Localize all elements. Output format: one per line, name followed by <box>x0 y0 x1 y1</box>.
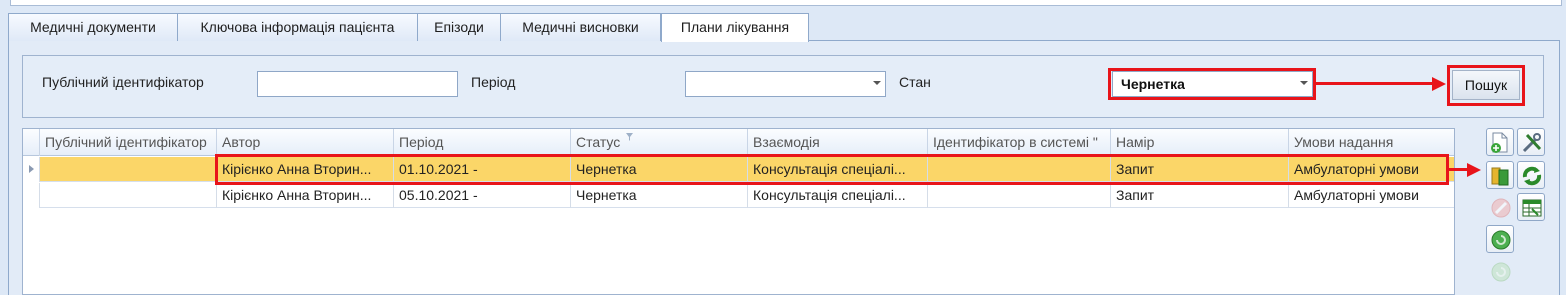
tab-key-patient-info[interactable]: Ключова інформація пацієнта <box>177 13 418 41</box>
table-row[interactable]: Кірієнко Анна Вторин... 01.10.2021 - Чер… <box>23 157 1454 182</box>
cell-status: Чернетка <box>571 183 748 208</box>
table-row[interactable]: Кірієнко Анна Вторин... 05.10.2021 - Чер… <box>23 183 1454 208</box>
cell-author: Кірієнко Анна Вторин... <box>217 183 394 208</box>
cell-conditions: Амбулаторні умови <box>1294 161 1419 177</box>
cell-public-id <box>40 183 217 208</box>
cell-system-id <box>928 183 1111 208</box>
column-header-status-label: Статус <box>576 134 621 150</box>
current-row-icon <box>29 165 34 173</box>
state-combo[interactable]: Чернетка <box>1112 71 1313 97</box>
refresh-sync-icon[interactable] <box>1517 161 1545 189</box>
top-strip <box>0 0 1566 10</box>
cell-period: 01.10.2021 - <box>394 157 571 182</box>
open-document-icon[interactable] <box>1486 161 1514 189</box>
cell-conditions: Амбулаторні умови <box>1294 187 1419 203</box>
top-panel-edge <box>10 0 1562 6</box>
cell-interaction: Консультація спеціалі... <box>748 183 928 208</box>
add-document-icon[interactable] <box>1486 128 1514 156</box>
column-header-interaction[interactable]: Взаємодія <box>748 129 928 156</box>
cell-intent: Запит <box>1111 183 1289 208</box>
search-button[interactable]: Пошук <box>1452 70 1520 100</box>
chevron-down-icon[interactable] <box>873 81 881 85</box>
state-label: Стан <box>899 74 931 90</box>
sign-icon[interactable] <box>1486 225 1514 253</box>
cell-period: 05.10.2021 - <box>394 183 571 208</box>
annotation-arrow-line <box>1449 168 1469 171</box>
cell-interaction: Консультація спеціалі... <box>748 157 928 182</box>
column-header-public-id[interactable]: Публічний ідентифікатор <box>40 129 217 156</box>
column-header-system-id[interactable]: Ідентифікатор в системі " <box>928 129 1111 156</box>
tab-episodes[interactable]: Епізоди <box>417 13 501 41</box>
column-header-intent[interactable]: Намір <box>1111 129 1289 156</box>
column-header-conditions[interactable]: Умови надання <box>1289 129 1454 156</box>
row-indicator <box>23 183 40 208</box>
cell-system-id <box>928 157 1111 182</box>
row-indicator <box>23 157 40 182</box>
chevron-down-icon[interactable] <box>1300 81 1308 85</box>
cell-author: Кірієнко Анна Вторин... <box>217 157 394 182</box>
cell-status: Чернетка <box>571 157 748 182</box>
sign-disabled-icon <box>1486 257 1514 285</box>
grid-header: Публічний ідентифікатор Автор Період Ста… <box>23 129 1454 156</box>
public-id-input[interactable] <box>257 71 458 97</box>
public-id-label: Публічний ідентифікатор <box>42 74 204 90</box>
filter-icon[interactable] <box>626 129 634 141</box>
settings-tools-icon[interactable] <box>1517 128 1545 156</box>
treatment-plans-grid: Публічний ідентифікатор Автор Період Ста… <box>22 128 1455 295</box>
tab-medical-conclusions[interactable]: Медичні висновки <box>500 13 661 41</box>
header-indicator <box>23 129 40 156</box>
cell-public-id <box>40 157 217 182</box>
annotation-arrow-line <box>1316 82 1434 85</box>
state-value: Чернетка <box>1121 76 1185 92</box>
period-label: Період <box>471 74 516 90</box>
tab-treatment-plans[interactable]: Плани лікування <box>661 13 809 42</box>
column-header-status[interactable]: Статус <box>571 129 748 156</box>
period-combo[interactable] <box>685 71 886 97</box>
cell-intent: Запит <box>1111 157 1289 182</box>
column-header-period[interactable]: Період <box>394 129 571 156</box>
annotation-arrow-head <box>1432 77 1446 91</box>
cancel-icon[interactable] <box>1486 193 1514 221</box>
tab-medical-documents[interactable]: Медичні документи <box>8 13 178 41</box>
column-header-author[interactable]: Автор <box>217 129 394 156</box>
table-export-icon[interactable] <box>1517 193 1545 221</box>
annotation-arrow-head <box>1467 163 1481 177</box>
